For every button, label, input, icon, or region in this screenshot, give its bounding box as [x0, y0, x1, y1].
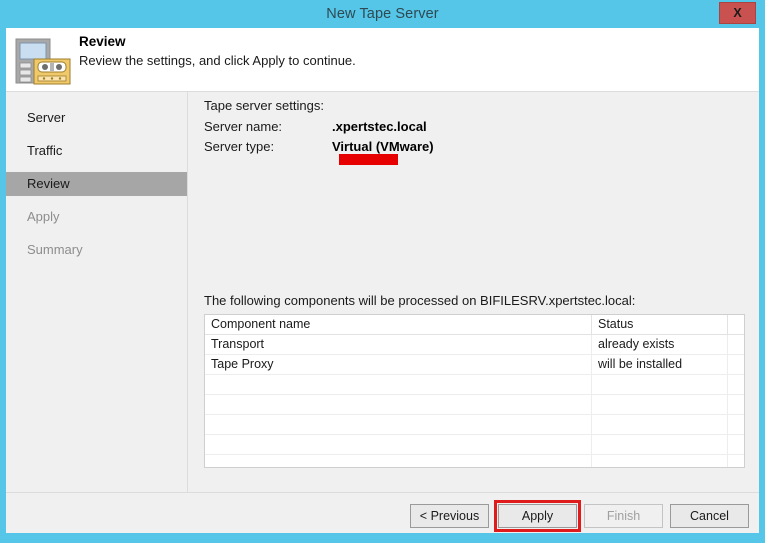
sidebar-item-label: Review	[27, 176, 70, 191]
server-name-redaction-bar	[339, 154, 398, 165]
cell-status: will be installed	[592, 355, 728, 374]
window-title: New Tape Server	[326, 6, 439, 22]
cell-empty	[728, 415, 744, 434]
column-header-extra[interactable]	[728, 315, 744, 334]
table-header-row: Component name Status	[205, 315, 744, 335]
cell-empty	[592, 455, 728, 467]
table-row[interactable]: Tape Proxy will be installed	[205, 355, 744, 375]
cell-empty	[592, 415, 728, 434]
cell-empty	[728, 455, 744, 467]
server-name-value: .xpertstec.local	[332, 119, 427, 134]
new-tape-server-dialog: New Tape Server X Review Review the sett…	[0, 0, 765, 543]
dialog-footer: < Previous Apply Finish Cancel	[6, 492, 759, 533]
cell-empty	[205, 375, 592, 394]
dialog-body: Review Review the settings, and click Ap…	[6, 28, 759, 533]
sidebar-item-label: Server	[27, 110, 66, 125]
cell-component-name: Transport	[205, 335, 592, 354]
column-header-component-name[interactable]: Component name	[205, 315, 592, 334]
components-table: Component name Status Transport already …	[204, 314, 745, 468]
cell-empty	[205, 395, 592, 414]
table-row-empty	[205, 375, 744, 395]
table-row[interactable]: Transport already exists	[205, 335, 744, 355]
cell-empty	[592, 435, 728, 454]
cell-empty	[205, 435, 592, 454]
sidebar-item-label: Summary	[27, 242, 83, 257]
cancel-button[interactable]: Cancel	[670, 504, 749, 528]
cell-component-name: Tape Proxy	[205, 355, 592, 374]
cell-extra	[728, 335, 744, 354]
table-row-empty	[205, 455, 744, 467]
review-content: Tape server settings: Server name: .xper…	[189, 92, 759, 492]
sidebar-item-label: Apply	[27, 209, 60, 224]
cell-empty	[592, 375, 728, 394]
cell-empty	[592, 395, 728, 414]
sidebar-item-traffic[interactable]: Traffic	[6, 139, 187, 163]
cell-empty	[205, 415, 592, 434]
column-header-status[interactable]: Status	[592, 315, 728, 334]
wizard-header: Review Review the settings, and click Ap…	[6, 28, 759, 92]
cell-empty	[205, 455, 592, 467]
cell-empty	[728, 435, 744, 454]
sidebar-item-server[interactable]: Server	[6, 106, 187, 130]
wizard-steps-sidebar: Server Traffic Review Apply Summary	[6, 92, 188, 492]
server-type-label: Server type:	[204, 139, 275, 154]
sidebar-item-summary: Summary	[6, 238, 187, 262]
previous-button[interactable]: < Previous	[410, 504, 489, 528]
table-row-empty	[205, 435, 744, 455]
cell-extra	[728, 355, 744, 374]
cell-empty	[728, 375, 744, 394]
tape-server-settings-heading: Tape server settings:	[204, 98, 324, 113]
apply-button[interactable]: Apply	[498, 504, 577, 528]
page-subtitle: Review the settings, and click Apply to …	[79, 53, 356, 68]
tape-library-icon	[15, 37, 71, 85]
components-heading: The following components will be process…	[204, 293, 636, 308]
page-title: Review	[79, 34, 126, 49]
cell-empty	[728, 395, 744, 414]
cell-status: already exists	[592, 335, 728, 354]
sidebar-item-review[interactable]: Review	[6, 172, 187, 196]
table-row-empty	[205, 395, 744, 415]
finish-button: Finish	[584, 504, 663, 528]
title-bar: New Tape Server X	[0, 0, 765, 28]
sidebar-item-apply: Apply	[6, 205, 187, 229]
sidebar-item-label: Traffic	[27, 143, 63, 158]
server-type-value: Virtual (VMware)	[332, 139, 434, 154]
server-name-label: Server name:	[204, 119, 283, 134]
table-row-empty	[205, 415, 744, 435]
close-icon[interactable]: X	[719, 2, 756, 24]
